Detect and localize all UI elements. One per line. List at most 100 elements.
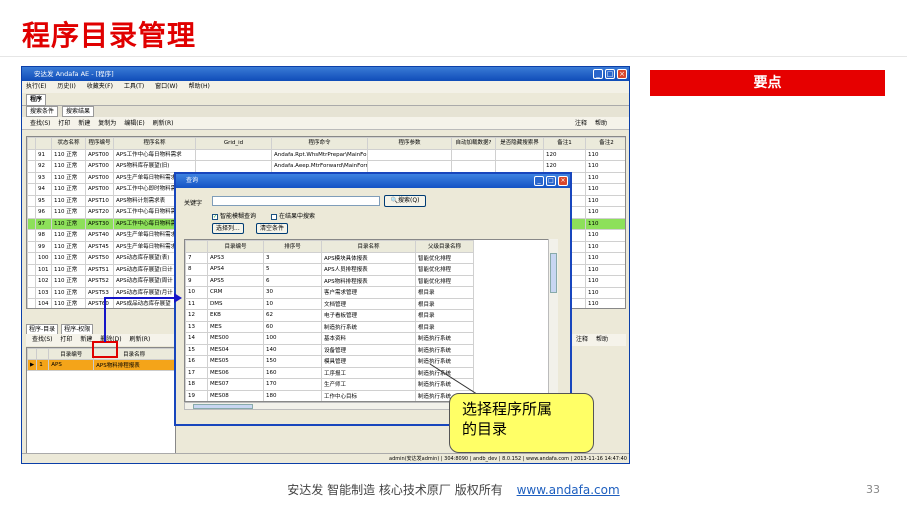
checkbox-label: 智能模糊查询 — [220, 213, 257, 220]
query-dialog: 查询 _ □ × 关键字 🔍搜索(Q) ✓ 智能模糊查询 在结果中搜索 选择列..… — [174, 172, 572, 426]
scroll-thumb[interactable] — [550, 253, 557, 293]
table-row[interactable]: 14 MES00 100 基本资料 制造执行系统 — [185, 332, 474, 345]
cell: 110 — [585, 286, 625, 299]
column-header: 目录编号 — [207, 240, 264, 253]
cell: MES08 — [207, 389, 264, 401]
column-header: 程序名称 — [113, 137, 196, 150]
cell: MES00 — [207, 332, 264, 345]
cell: 110 正常 — [51, 252, 86, 265]
fuzzy-search-checkbox[interactable]: ✓ 智能模糊查询 — [212, 211, 256, 220]
footer-link[interactable]: www.andafa.com — [517, 483, 620, 497]
new-button[interactable]: 新建 — [78, 120, 90, 127]
cell: 智能优化排程 — [415, 274, 474, 287]
table-row[interactable]: 17 MES06 160 工序报工 制造执行系统 — [185, 366, 474, 379]
cell: 智能优化排程 — [415, 251, 474, 264]
cell: 110 正常 — [51, 229, 86, 242]
grid-header-row: 状态名称 程序编号 程序名称 Grid_id 程序命令 程序参数 自动加载数据? 是否隐藏搜索… — [27, 137, 625, 150]
menu-execute[interactable]: 执行(E) — [26, 83, 46, 90]
cell: 62 — [263, 309, 322, 322]
select-columns-button[interactable]: 选择列... — [212, 223, 244, 234]
title-divider — [0, 56, 907, 57]
directory-grid[interactable]: 目录编号 目录名称 ▶ 1 APS APS物料排程报表 — [26, 347, 176, 457]
search-button[interactable]: 🔍搜索(Q) — [384, 195, 426, 207]
search-in-results-checkbox[interactable]: 在结果中搜索 — [271, 211, 315, 220]
table-row[interactable]: 7 APS3 3 APS模块具体报表 智能优化排程 — [185, 251, 474, 264]
menu-window[interactable]: 窗口(W) — [155, 83, 178, 90]
table-row[interactable]: 9 APS5 6 APS物料排程报表 智能优化排程 — [185, 274, 474, 287]
vertical-scrollbar[interactable] — [548, 239, 558, 402]
cell: APST51 — [85, 263, 114, 276]
table-row[interactable]: 8 APS4 5 APS人员排程报表 智能优化排程 — [185, 263, 474, 276]
cell: APST00 — [85, 183, 114, 196]
cell: 99 — [35, 240, 52, 253]
cell: 110 正常 — [51, 160, 86, 173]
dialog-close-icon[interactable]: × — [558, 176, 568, 186]
cell: 19 — [185, 389, 208, 401]
cell: 94 — [35, 183, 52, 196]
menu-tools[interactable]: 工具(T) — [124, 83, 144, 90]
edit-button[interactable]: 编辑(E) — [124, 120, 144, 127]
help-button[interactable]: 帮助 — [595, 120, 607, 127]
table-row[interactable]: 15 MES04 140 设备管理 制造执行系统 — [185, 343, 474, 356]
table-row[interactable]: 19 MES08 180 工作中心目标 制造执行系统 — [185, 389, 474, 401]
row-pointer: ▶ — [26, 359, 38, 371]
cell — [27, 252, 36, 265]
minimize-icon[interactable]: _ — [593, 69, 603, 79]
lower-refresh-button[interactable]: 刷新(R) — [130, 336, 151, 343]
dialog-title: 查询 — [186, 177, 199, 184]
table-row[interactable]: 18 MES07 170 生产师工 制造执行系统 — [185, 378, 474, 391]
comment-button[interactable]: 注释 — [575, 120, 587, 127]
cell: 110 正常 — [51, 206, 86, 219]
directory-list-grid[interactable]: 目录编号 排序号 目录名称 父级目录名称 7 APS3 3 APS模块具体报表 智能优化… — [184, 239, 558, 402]
menu-favorites[interactable]: 收藏夹(F) — [87, 83, 113, 90]
dialog-minimize-icon[interactable]: _ — [534, 176, 544, 186]
refresh-button[interactable]: 刷新(R) — [153, 120, 174, 127]
tab-search-conditions[interactable]: 搜索条件 — [26, 106, 59, 117]
menu-help[interactable]: 帮助(H) — [189, 83, 210, 90]
cell: CRM — [207, 286, 264, 299]
keyword-input[interactable] — [212, 196, 380, 206]
close-icon[interactable]: × — [617, 69, 627, 79]
table-row[interactable]: ▶ 1 APS APS物料排程报表 — [26, 359, 175, 371]
table-row[interactable]: 92 110 正常 APST00 APS物料库存展望(旧) Andafa.Aeep.Mt… — [27, 160, 625, 173]
table-row[interactable]: 13 MES 60 制造执行系统 根目录 — [185, 320, 474, 333]
cell: 16 — [185, 355, 208, 368]
clear-conditions-button[interactable]: 清空条件 — [256, 223, 289, 234]
table-row[interactable]: 11 DMS 10 文档管理 根目录 — [185, 297, 474, 310]
print-button[interactable]: 打印 — [58, 120, 70, 127]
cell: 110 — [585, 298, 625, 308]
cell: APST10 — [85, 194, 114, 207]
menu-history[interactable]: 历史(I) — [57, 83, 75, 90]
table-row[interactable]: 12 EKB 62 电子看板管理 根目录 — [185, 309, 474, 322]
find-button[interactable]: 查找(S) — [30, 120, 51, 127]
table-row[interactable]: 16 MES05 150 模具管理 制造执行系统 — [185, 355, 474, 368]
lower-new-button[interactable]: 新建 — [80, 336, 92, 343]
cell: 制造执行系统 — [321, 320, 416, 333]
footer: 安达发 智能制造 核心技术原厂 版权所有 www.andafa.com — [0, 481, 907, 498]
copy-as-button[interactable]: 复制为 — [98, 120, 116, 127]
dialog-maximize-icon[interactable]: □ — [546, 176, 556, 186]
table-row[interactable]: 91 110 正常 APST00 APS工作中心每日物料需求 Andafa.Rpt.Wh… — [27, 148, 625, 161]
cell — [27, 298, 36, 308]
lower-print-button[interactable]: 打印 — [60, 336, 72, 343]
lower-find-button[interactable]: 查找(S) — [32, 336, 53, 343]
cell: 93 — [35, 171, 52, 184]
cell: APS物料排程报表 — [93, 359, 175, 371]
maximize-icon[interactable]: □ — [605, 69, 615, 79]
cell: 110 — [585, 217, 625, 230]
cell: 110 — [585, 160, 625, 173]
tab-search-results[interactable]: 搜索结果 — [61, 106, 94, 117]
lower-help-button[interactable]: 帮助 — [596, 336, 608, 343]
cell: 根目录 — [415, 286, 474, 299]
cell: 工序报工 — [321, 366, 416, 379]
cell — [451, 148, 496, 161]
cell: 30 — [263, 286, 322, 299]
tab-program[interactable]: 程序 — [26, 94, 47, 106]
table-row[interactable]: 10 CRM 30 客户需求管理 根目录 — [185, 286, 474, 299]
column-header: 父级目录名称 — [415, 240, 474, 253]
scroll-thumb[interactable] — [193, 404, 253, 409]
cell: 150 — [263, 355, 322, 368]
lower-comment-button[interactable]: 注释 — [576, 336, 588, 343]
page-number: 33 — [866, 483, 880, 496]
cell — [27, 229, 36, 242]
